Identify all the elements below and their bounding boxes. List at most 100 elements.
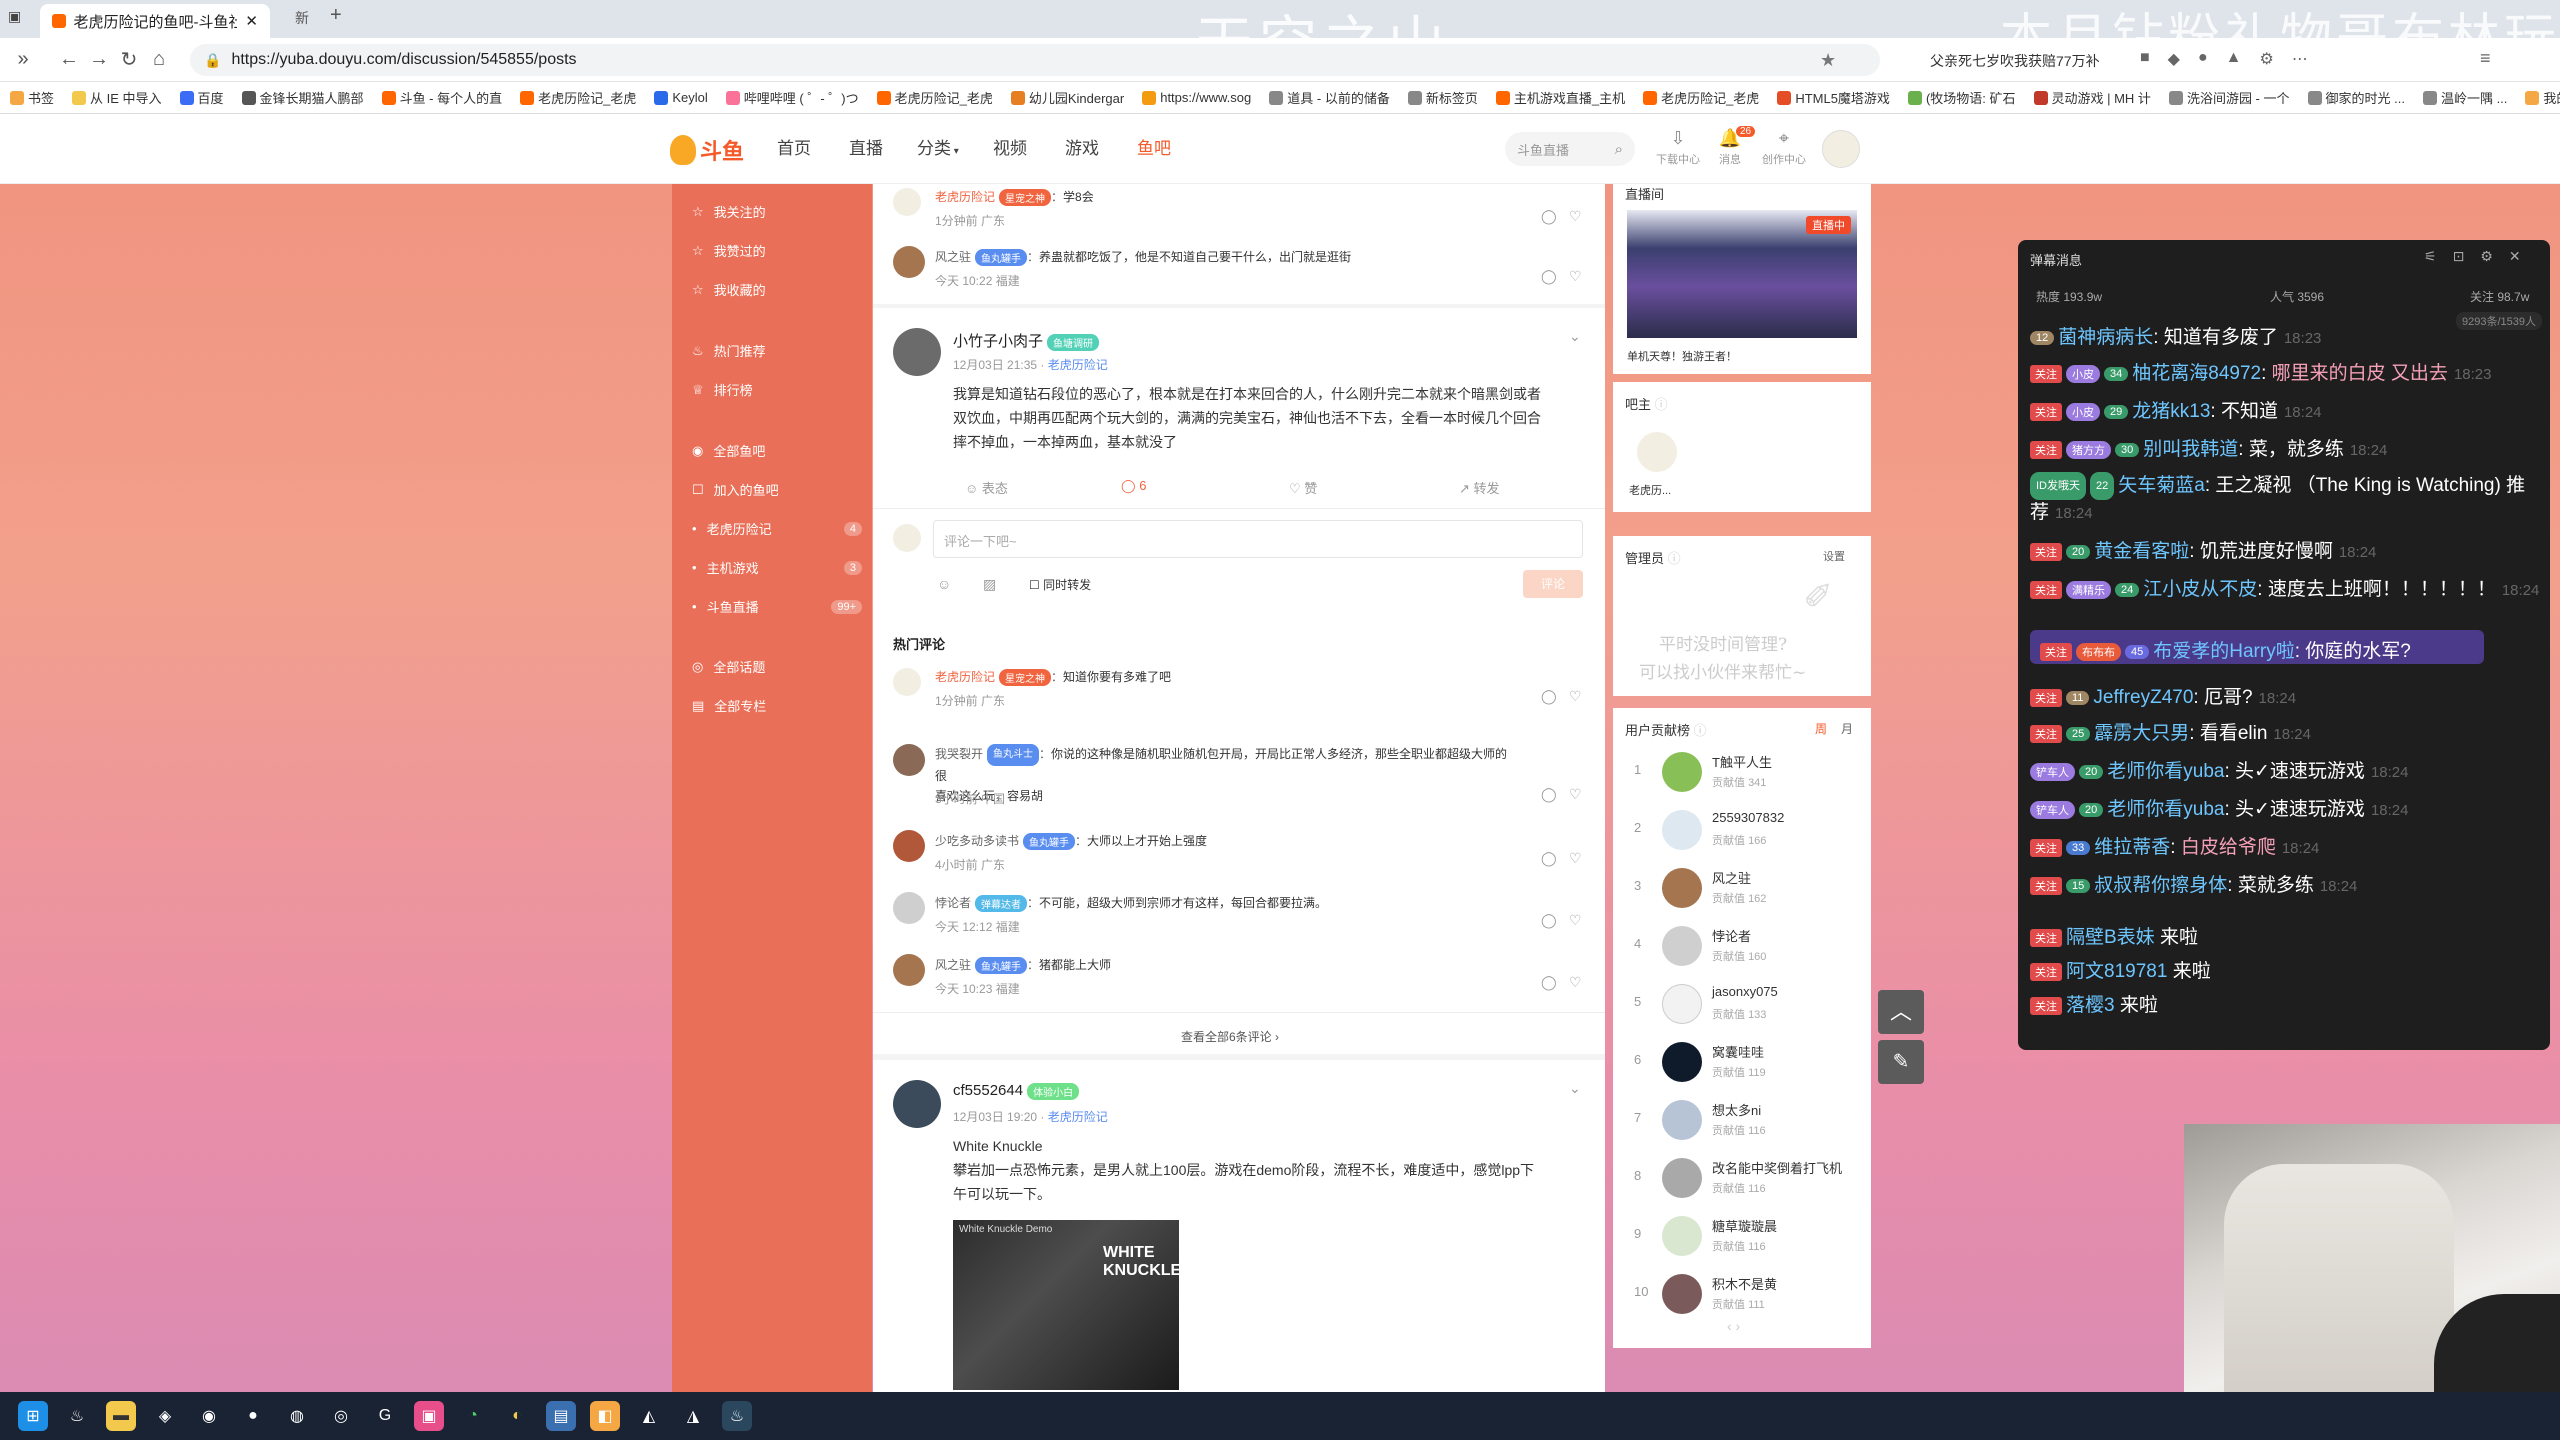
chevron-down-icon[interactable]: ⌄ <box>1569 1080 1581 1097</box>
comment-reply-icon[interactable]: ◯ <box>1541 912 1557 929</box>
sidebar-item-hot[interactable]: ♨ 热门推荐 <box>692 341 862 360</box>
rank-row[interactable]: 9 糖草璇璇晨 贡献值 116 <box>1630 1208 1830 1266</box>
app-icon[interactable]: ▤ <box>546 1401 576 1431</box>
app-icon[interactable]: ◈ <box>150 1401 180 1431</box>
submit-comment-button[interactable]: 评论 <box>1523 570 1583 598</box>
rank-row[interactable]: 3 风之驻 贡献值 162 <box>1630 860 1830 918</box>
sidebar-toggle-icon[interactable]: » <box>8 45 38 75</box>
image-icon[interactable]: ▨ <box>983 576 996 593</box>
heart-icon[interactable]: ♡ <box>1569 268 1582 285</box>
forward-checkbox[interactable]: ☐ 同时转发 <box>1029 576 1091 593</box>
new-post-button[interactable]: ✎ <box>1878 1040 1924 1084</box>
windows-start-icon[interactable]: ⊞ <box>18 1401 48 1431</box>
search-icon[interactable]: ⌕ <box>1615 141 1623 158</box>
bookmark-item[interactable]: 从 IE 中导入 <box>72 88 162 107</box>
danmu-controls[interactable]: ⚟ ⊡ ⚙ ✕ <box>2424 248 2521 265</box>
tab-actions-icon[interactable]: ▣ <box>8 8 30 30</box>
app-icon[interactable]: ◭ <box>634 1401 664 1431</box>
tab-active[interactable]: 老虎历险记的鱼吧-斗鱼社区,直播 ✕ <box>40 4 270 38</box>
nav-live[interactable]: 直播 <box>849 126 883 172</box>
nav-yuba[interactable]: 鱼吧 <box>1137 126 1171 172</box>
home-icon[interactable]: ⌂ <box>144 45 174 75</box>
site-search-input[interactable]: 斗鱼直播 ⌕ <box>1505 132 1635 166</box>
bookmark-item[interactable]: 幼儿园Kindergar <box>1010 88 1124 107</box>
rank-row[interactable]: 5 jasonxy075 贡献值 133 <box>1630 976 1830 1034</box>
view-all-comments-link[interactable]: 查看全部6条评论 › <box>1181 1028 1279 1045</box>
forward-icon[interactable]: → <box>84 45 114 75</box>
sidebar-item-columns[interactable]: ▤ 全部专栏 <box>692 696 862 715</box>
comment-reply-icon[interactable]: ◯ <box>1541 786 1557 803</box>
app-icon[interactable]: ◧ <box>590 1401 620 1431</box>
nav-video[interactable]: 视频 <box>993 126 1027 172</box>
new-tab-plus-icon[interactable]: + <box>330 4 342 27</box>
rank-row[interactable]: 7 想太多ni 贡献值 116 <box>1630 1092 1830 1150</box>
close-tab-icon[interactable]: ✕ <box>245 12 258 30</box>
bookmark-item[interactable]: 哔哩哔哩 ( ゜- ゜)つ <box>725 88 859 107</box>
bookmark-item[interactable]: https://www.sog <box>1142 90 1251 105</box>
steam-icon[interactable]: ♨ <box>62 1401 92 1431</box>
live-thumbnail[interactable]: 直播中 <box>1627 210 1857 338</box>
messages[interactable]: 🔔 消息 26 <box>1700 126 1760 172</box>
nav-home[interactable]: 首页 <box>777 126 811 172</box>
bookmark-item[interactable]: 温岭一隅 ... <box>2422 88 2507 107</box>
bookmark-item[interactable]: 百度 <box>179 88 224 107</box>
bookmark-item[interactable]: 道具 - 以前的储备 <box>1269 88 1390 107</box>
sidebar-item-following[interactable]: ☆ 我关注的 <box>692 202 862 221</box>
bookmark-item[interactable]: 我的京 <box>2525 88 2560 107</box>
bookmark-item[interactable]: 御家的时光 ... <box>2307 88 2405 107</box>
comment-reply-icon[interactable]: ◯ <box>1541 208 1557 225</box>
sidebar-item-all-groups[interactable]: ◉ 全部鱼吧 <box>692 441 862 460</box>
bookmark-item[interactable]: 主机游戏直播_主机 <box>1495 88 1625 107</box>
bookmark-item[interactable]: HTML5魔塔游戏 <box>1777 88 1890 107</box>
nav-game[interactable]: 游戏 <box>1065 126 1099 172</box>
bookmark-item[interactable]: 书签 <box>10 88 54 107</box>
rank-row[interactable]: 1 T触平人生 贡献值 341 <box>1630 744 1830 802</box>
emoji-icon[interactable]: ☺ <box>937 576 951 592</box>
heart-icon[interactable]: ♡ <box>1569 912 1582 929</box>
bookmark-item[interactable]: 洗浴间游园 - 一个 <box>2168 88 2290 107</box>
chevron-down-icon[interactable]: ⌄ <box>1569 328 1581 345</box>
author-avatar[interactable] <box>893 328 941 376</box>
rank-row[interactable]: 8 改名能中奖倒着打飞机 贡献值 116 <box>1630 1150 1842 1208</box>
bookmark-item[interactable]: 老虎历险记_老虎 <box>1643 88 1759 107</box>
comment-input[interactable]: 评论一下吧~ <box>933 520 1583 558</box>
extension-icons[interactable]: ■ ◆ ● ▲ ⚙ ⋯ <box>2140 49 2308 69</box>
wechat-icon[interactable]: ◔ <box>458 1401 488 1431</box>
sidebar-item-group-console[interactable]: • 主机游戏 3 <box>692 558 862 577</box>
post-image[interactable]: White Knuckle Demo WHITE KNUCKLE <box>953 1220 1181 1390</box>
heart-icon[interactable]: ♡ <box>1569 850 1582 867</box>
owner-avatar[interactable] <box>1637 432 1677 472</box>
sidebar-item-topics[interactable]: ◎ 全部话题 <box>692 657 862 676</box>
author-avatar[interactable] <box>893 1080 941 1128</box>
comment-reply-icon[interactable]: ◯ <box>1541 850 1557 867</box>
bookmark-item[interactable]: 老虎历险记_老虎 <box>876 88 993 107</box>
comment-reply-icon[interactable]: ◯ <box>1541 974 1557 991</box>
tab-week[interactable]: 周 <box>1815 720 1827 737</box>
rank-row[interactable]: 4 悖论者 贡献值 160 <box>1630 918 1830 976</box>
back-icon[interactable]: ← <box>54 45 84 75</box>
sidebar-item-joined[interactable]: ☐ 加入的鱼吧 <box>692 480 862 499</box>
douyu-logo[interactable]: 斗鱼 <box>670 128 750 172</box>
bookmark-item[interactable]: 老虎历险记_老虎 <box>520 88 636 107</box>
bookmark-item[interactable]: 金锋长期猫人鹏部 <box>241 88 364 107</box>
rank-row[interactable]: 10 积木不是黄 贡献值 111 <box>1630 1266 1830 1324</box>
share-button[interactable]: ↗ 转发 <box>1459 478 1500 497</box>
menu-icon[interactable]: ≡ <box>2480 48 2491 69</box>
creator-center[interactable]: ⌖ 创作中心 <box>1754 128 1814 172</box>
comments-button[interactable]: ◯ 6 <box>1121 478 1146 494</box>
comment-reply-icon[interactable]: ◯ <box>1541 688 1557 705</box>
app-icon[interactable]: G <box>370 1401 400 1431</box>
app-icon[interactable]: ◐ <box>502 1401 532 1431</box>
tab-month[interactable]: 月 <box>1841 720 1853 737</box>
admin-settings-link[interactable]: 设置 <box>1823 548 1845 564</box>
heart-icon[interactable]: ♡ <box>1569 208 1582 225</box>
reload-icon[interactable]: ↻ <box>114 45 144 75</box>
react-button[interactable]: ☺ 表态 <box>965 478 1008 497</box>
sidebar-item-collected[interactable]: ☆ 我收藏的 <box>692 280 862 299</box>
app-icon[interactable]: ● <box>238 1401 268 1431</box>
edge-icon[interactable]: ◍ <box>282 1401 312 1431</box>
sidebar-item-group-douyu[interactable]: • 斗鱼直播 99+ <box>692 597 862 616</box>
sidebar-item-ranking[interactable]: ♕ 排行榜 <box>692 380 862 399</box>
folder-icon[interactable]: ▬ <box>106 1401 136 1431</box>
app-icon[interactable]: ◉ <box>194 1401 224 1431</box>
